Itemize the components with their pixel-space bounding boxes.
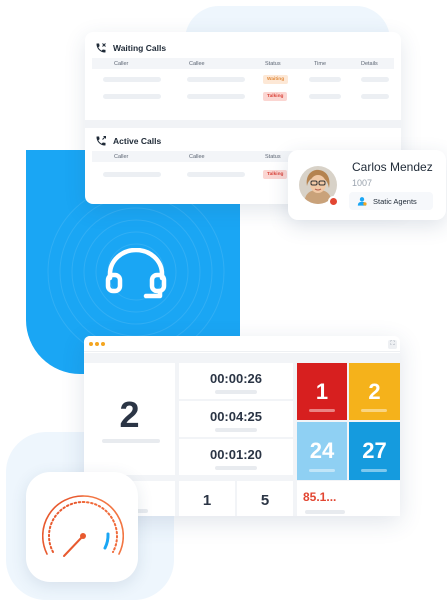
waiting-calls-header: Caller Callee Status Time Details	[92, 58, 394, 69]
col-time: Time	[314, 60, 327, 67]
stat-cell: 5	[237, 481, 293, 516]
stat-tile-yellow: 2	[349, 363, 400, 420]
agent-group-tag[interactable]: Static Agents	[349, 192, 433, 210]
stat-tile-light-blue: 24	[297, 422, 347, 480]
status-badge: Talking	[263, 92, 288, 101]
tile-value: 24	[309, 438, 335, 463]
agent-icon	[357, 197, 367, 206]
agent-group-label: Static Agents	[373, 196, 417, 206]
time-value: 00:00:26	[209, 370, 263, 386]
waiting-count: 2	[119, 394, 140, 435]
tile-value: 1	[315, 378, 329, 404]
time-cell: 00:04:25	[179, 401, 293, 437]
active-calls-title: Active Calls	[95, 134, 161, 148]
wallboard-titlebar: ⛶	[84, 336, 400, 352]
phone-icon	[96, 43, 106, 53]
waiting-count-cell: 2	[84, 363, 175, 475]
time-cell: 00:01:20	[179, 439, 293, 475]
headset-icon	[105, 248, 167, 299]
time-cell: 00:00:26	[179, 363, 293, 399]
tile-value: 27	[362, 438, 387, 463]
tile-value: 2	[368, 378, 381, 404]
time-value: 00:04:25	[209, 408, 263, 424]
time-value: 00:01:20	[209, 446, 263, 462]
col-status: Status	[265, 153, 281, 160]
section-divider	[85, 120, 401, 128]
col-caller: Caller	[114, 153, 129, 160]
stat-value: 5	[260, 492, 270, 509]
percent-cell: 85.1...	[297, 481, 400, 516]
agent-extension: 1007	[352, 178, 373, 188]
status-badge: Talking	[263, 170, 288, 179]
waiting-calls-section: Waiting Calls Caller Callee Status Time …	[85, 32, 401, 120]
percent-value: 85.1...	[303, 489, 337, 504]
waiting-calls-title: Waiting Calls	[95, 41, 166, 55]
stat-value: 1	[202, 492, 212, 509]
phone-icon	[96, 136, 106, 146]
col-status: Status	[265, 60, 281, 67]
waiting-calls-label: Waiting Calls	[113, 43, 167, 53]
stat-tile-blue: 27	[349, 422, 400, 480]
status-badge: Waiting	[263, 75, 289, 84]
col-details: Details	[361, 60, 378, 67]
gauge-card	[26, 472, 138, 582]
stat-cell: 1	[179, 481, 235, 516]
col-caller: Caller	[114, 60, 129, 67]
status-indicator	[328, 196, 339, 207]
col-callee: Callee	[189, 60, 205, 67]
stat-tile-red: 1	[297, 363, 347, 420]
agent-name: Carlos Mendez	[352, 160, 433, 174]
col-callee: Callee	[189, 153, 205, 160]
agent-card[interactable]: Carlos Mendez 1007 Static Agents	[288, 150, 446, 220]
expand-icon[interactable]: ⛶	[388, 340, 397, 349]
active-calls-label: Active Calls	[113, 136, 162, 146]
gauge-icon	[42, 495, 124, 557]
